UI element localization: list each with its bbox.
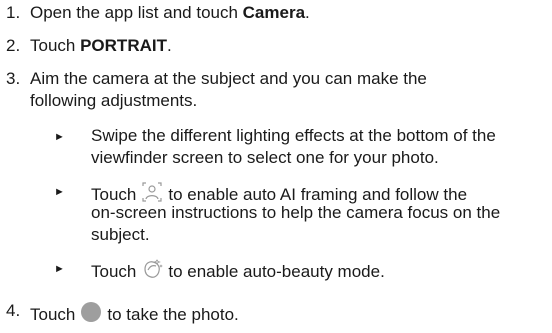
step-number: 1. — [6, 3, 21, 22]
bullet-text-suffix: to enable auto-beauty mode. — [168, 262, 385, 281]
step-text: Touch PORTRAIT. — [30, 35, 172, 57]
step-number: 4. — [6, 301, 21, 320]
bullet-text-line-1: Swipe the different lighting effects at … — [91, 126, 496, 145]
step-text-line-2: following adjustments. — [30, 91, 198, 110]
step-text: Touch to take the photo. — [30, 300, 239, 330]
bullet-text-line-2: viewfinder screen to select one for your… — [91, 148, 439, 167]
app-name-camera: Camera — [242, 3, 306, 22]
bullet-text-prefix: Touch — [91, 262, 137, 281]
step-text-suffix: to take the photo. — [107, 305, 239, 324]
step-2: 2. Touch PORTRAIT. — [0, 35, 172, 57]
step-3: 3. Aim the camera at the subject and you… — [0, 68, 427, 90]
instruction-page: 1. Open the app list and touch Camera. 2… — [0, 0, 552, 333]
bullet-arrow-icon: ► — [54, 186, 65, 198]
step-text-prefix: Touch — [30, 305, 76, 324]
step-4: 4. Touch to take the photo. — [0, 300, 239, 324]
bullet-arrow-icon: ► — [54, 131, 65, 143]
bullet-arrow-icon: ► — [54, 263, 65, 275]
step-text-prefix: Open the app list and touch — [30, 3, 243, 22]
step-1: 1. Open the app list and touch Camera. — [0, 2, 310, 24]
auto-beauty-icon — [140, 257, 164, 287]
shutter-icon — [79, 300, 103, 330]
step-text-suffix: . — [166, 36, 172, 55]
step-text-suffix: . — [305, 3, 310, 22]
step-text: Open the app list and touch Camera. — [30, 2, 310, 24]
bullet-text-line-2: on-screen instructions to help the camer… — [91, 203, 501, 222]
step-number: 3. — [6, 69, 21, 88]
mode-name-portrait: PORTRAIT — [80, 36, 167, 55]
bullet-text-line-1: Touch to enable auto-beauty mode. — [91, 257, 385, 287]
bullet-text-line-3: subject. — [91, 225, 150, 244]
step-text-line-1: Aim the camera at the subject and you ca… — [30, 69, 427, 88]
step-number: 2. — [6, 36, 21, 55]
step-text-prefix: Touch — [30, 36, 81, 55]
